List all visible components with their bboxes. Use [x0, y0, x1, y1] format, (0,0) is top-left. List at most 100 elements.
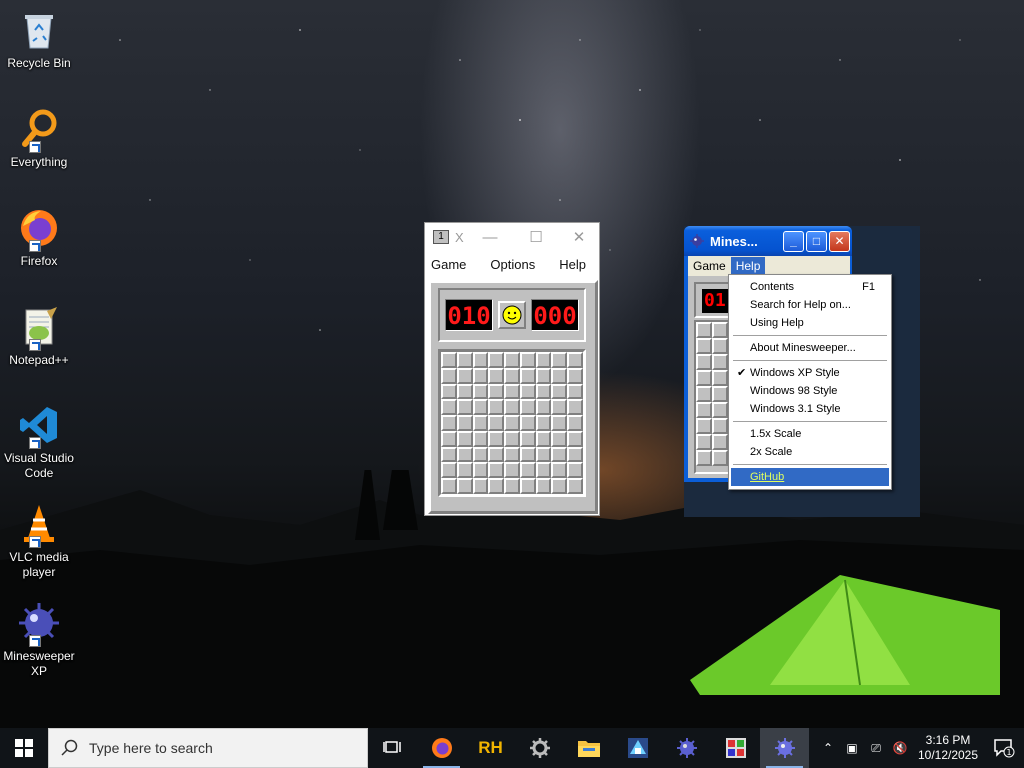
grid-cell[interactable]: [456, 446, 473, 463]
menu-item-98-style[interactable]: Windows 98 Style: [731, 382, 889, 400]
grid-cell[interactable]: [696, 450, 712, 466]
grid-cell[interactable]: [456, 367, 473, 384]
grid-cell[interactable]: [712, 370, 728, 386]
grid-cell[interactable]: [488, 367, 505, 384]
desktop-icon-vlc[interactable]: VLC media player: [2, 502, 76, 580]
grid-cell[interactable]: [712, 338, 728, 354]
mine-grid[interactable]: [438, 349, 586, 497]
desktop-icon-recycle-bin[interactable]: Recycle Bin: [2, 8, 76, 71]
grid-cell[interactable]: [535, 446, 552, 463]
desktop-icon-everything[interactable]: Everything: [2, 107, 76, 170]
menu-item-contents[interactable]: Contents F1: [731, 278, 889, 296]
menu-help[interactable]: Help: [553, 257, 592, 272]
task-view-button[interactable]: [368, 728, 417, 768]
network-icon[interactable]: ⎚: [864, 741, 888, 756]
taskbar-firefox[interactable]: [417, 728, 466, 768]
grid-cell[interactable]: [551, 399, 568, 416]
taskbar-minesweeper-xp[interactable]: [760, 728, 809, 768]
grid-cell[interactable]: [472, 430, 489, 447]
desktop-icon-minesweeper-xp[interactable]: Minesweeper XP: [2, 601, 76, 679]
grid-cell[interactable]: [551, 478, 568, 494]
grid-cell[interactable]: [441, 415, 457, 431]
grid-cell[interactable]: [441, 352, 457, 368]
grid-cell[interactable]: [535, 352, 552, 368]
grid-cell[interactable]: [441, 399, 457, 416]
taskbar-app-blocks[interactable]: [613, 728, 662, 768]
grid-cell[interactable]: [551, 383, 568, 400]
grid-cell[interactable]: [504, 478, 520, 494]
grid-cell[interactable]: [712, 402, 728, 418]
taskbar-rh[interactable]: RH: [466, 728, 515, 768]
grid-cell[interactable]: [504, 383, 520, 400]
grid-cell[interactable]: [488, 399, 505, 416]
grid-cell[interactable]: [441, 367, 457, 384]
grid-cell[interactable]: [551, 446, 568, 463]
grid-cell[interactable]: [456, 462, 473, 479]
menu-game[interactable]: Game: [425, 257, 472, 272]
taskbar-minesweeper[interactable]: [662, 728, 711, 768]
grid-cell[interactable]: [519, 446, 536, 463]
grid-cell[interactable]: [456, 383, 473, 400]
menu-item-about[interactable]: About Minesweeper...: [731, 339, 889, 357]
grid-cell[interactable]: [472, 367, 489, 384]
maximize-icon[interactable]: ☐: [513, 228, 559, 246]
title-bar[interactable]: Mines... _ □ ✕: [684, 226, 852, 256]
title-bar[interactable]: 1 X — ☐ ✕: [425, 223, 599, 251]
grid-cell[interactable]: [551, 367, 568, 384]
grid-cell[interactable]: [456, 430, 473, 447]
grid-cell[interactable]: [519, 367, 536, 384]
grid-cell[interactable]: [519, 462, 536, 479]
minesweeper-window-modern[interactable]: 1 X — ☐ ✕ Game Options Help 010 000: [424, 222, 600, 516]
menu-help[interactable]: Help: [730, 257, 766, 275]
grid-cell[interactable]: [712, 434, 728, 450]
grid-cell[interactable]: [488, 430, 505, 447]
grid-cell[interactable]: [567, 446, 583, 463]
grid-cell[interactable]: [567, 352, 583, 368]
grid-cell[interactable]: [567, 383, 583, 400]
grid-cell[interactable]: [488, 352, 505, 368]
grid-cell[interactable]: [472, 415, 489, 431]
grid-cell[interactable]: [535, 367, 552, 384]
grid-cell[interactable]: [535, 430, 552, 447]
grid-cell[interactable]: [712, 354, 728, 370]
grid-cell[interactable]: [567, 399, 583, 416]
clock[interactable]: 3:16 PM 10/12/2025: [912, 733, 984, 763]
grid-cell[interactable]: [567, 462, 583, 479]
menu-game[interactable]: Game: [688, 257, 731, 275]
chevron-up-icon[interactable]: ⌃: [816, 741, 840, 755]
grid-cell[interactable]: [488, 462, 505, 479]
security-icon[interactable]: ▣: [840, 741, 864, 755]
grid-cell[interactable]: [551, 415, 568, 431]
grid-cell[interactable]: [519, 399, 536, 416]
menu-item-github[interactable]: GitHub: [731, 468, 889, 486]
maximize-icon[interactable]: □: [806, 230, 827, 252]
grid-cell[interactable]: [712, 450, 728, 466]
grid-cell[interactable]: [456, 399, 473, 416]
grid-cell[interactable]: [488, 415, 505, 431]
grid-cell[interactable]: [472, 352, 489, 368]
grid-cell[interactable]: [696, 338, 712, 354]
grid-cell[interactable]: [551, 462, 568, 479]
start-button[interactable]: [0, 728, 48, 768]
grid-cell[interactable]: [535, 415, 552, 431]
volume-muted-icon[interactable]: 🔇: [888, 741, 912, 755]
grid-cell[interactable]: [712, 386, 728, 402]
grid-cell[interactable]: [712, 322, 728, 338]
menu-item-2x-scale[interactable]: 2x Scale: [731, 443, 889, 461]
grid-cell[interactable]: [504, 430, 520, 447]
grid-cell[interactable]: [504, 446, 520, 463]
grid-cell[interactable]: [472, 446, 489, 463]
grid-cell[interactable]: [441, 430, 457, 447]
grid-cell[interactable]: [441, 462, 457, 479]
grid-cell[interactable]: [441, 383, 457, 400]
grid-cell[interactable]: [504, 462, 520, 479]
close-icon[interactable]: ✕: [829, 230, 850, 252]
desktop-icon-vscode[interactable]: Visual Studio Code: [2, 403, 76, 481]
grid-cell[interactable]: [472, 478, 489, 494]
grid-cell[interactable]: [696, 402, 712, 418]
desktop-icon-firefox[interactable]: Firefox: [2, 206, 76, 269]
new-game-button[interactable]: [498, 301, 526, 329]
grid-cell[interactable]: [519, 415, 536, 431]
grid-cell[interactable]: [696, 322, 712, 338]
grid-cell[interactable]: [456, 415, 473, 431]
